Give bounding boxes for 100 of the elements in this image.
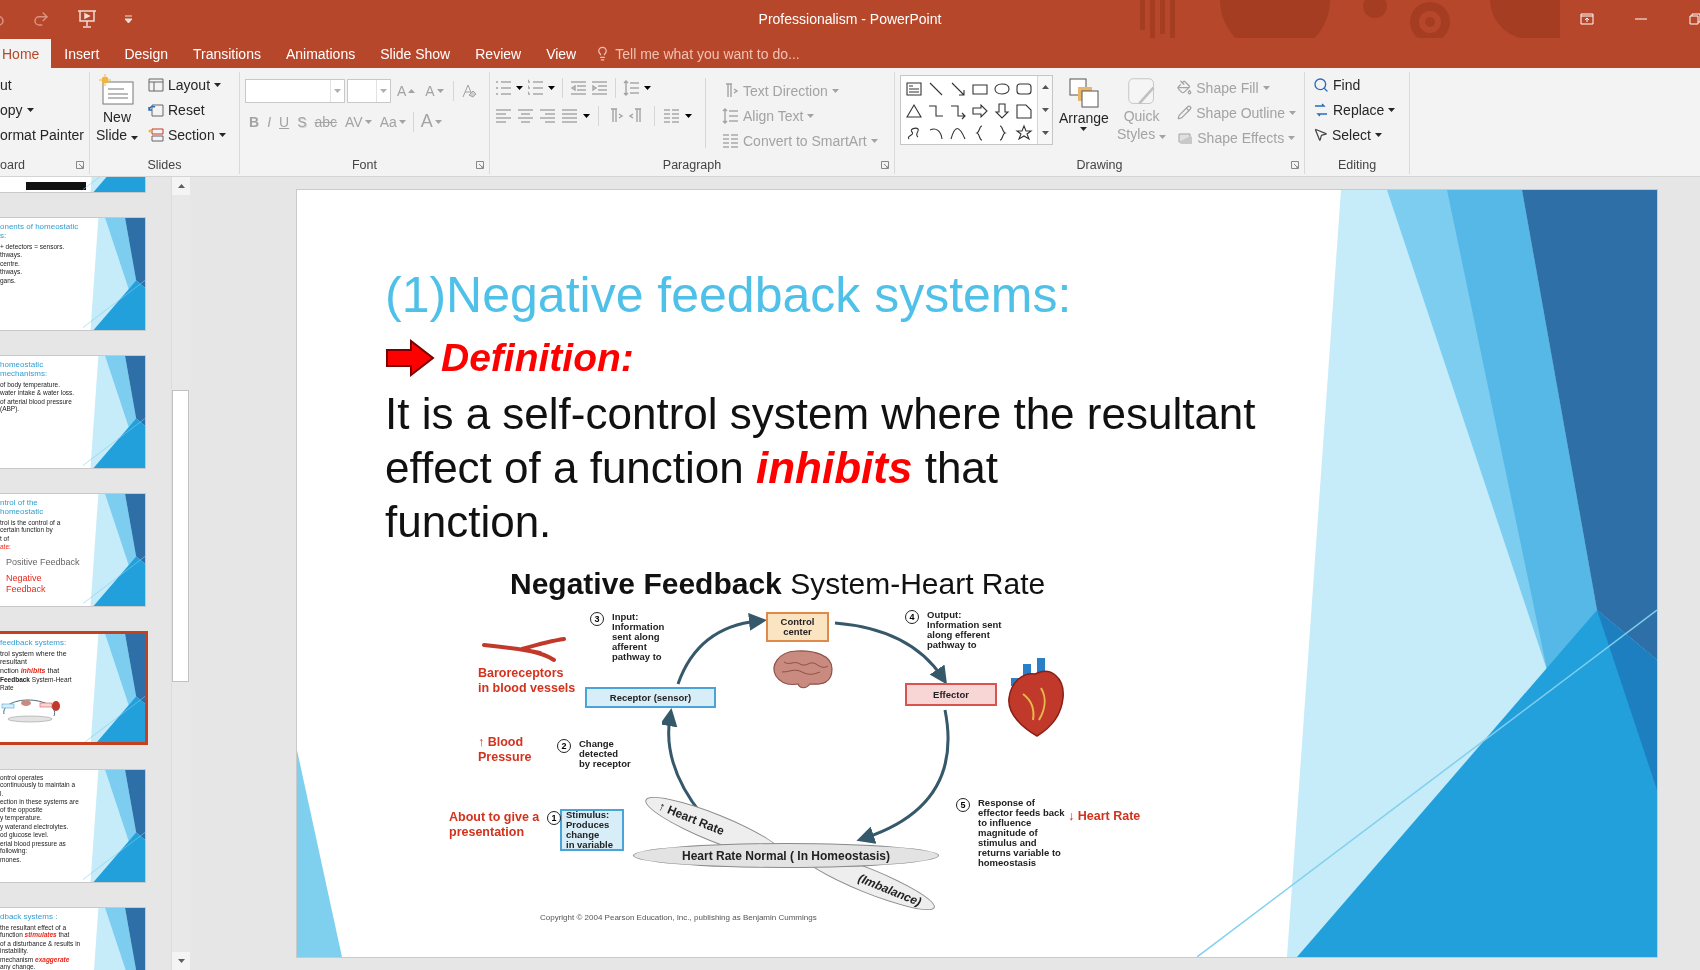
ribbon-tab[interactable]: Home bbox=[0, 39, 52, 68]
definition-heading: Definition: bbox=[441, 336, 634, 380]
scroll-down-button[interactable] bbox=[172, 952, 190, 970]
triangle-icon[interactable] bbox=[905, 102, 923, 120]
arrow-right-icon bbox=[385, 339, 435, 377]
thumbnail-title: homeostatic mechanisms: bbox=[0, 360, 49, 378]
editing-button[interactable]: Replace bbox=[1310, 97, 1399, 122]
line-icon[interactable] bbox=[927, 80, 945, 98]
caret-icon bbox=[1041, 108, 1049, 112]
thumbnail-title: feedback systems: bbox=[0, 638, 68, 647]
definition-text: It is a self-control system where the resultant effect of a function inhibits that function. bbox=[385, 388, 1257, 548]
thumbnail-title: dback systems : bbox=[0, 912, 59, 921]
caret-icon bbox=[1288, 135, 1296, 140]
copy-button[interactable]: opy bbox=[0, 97, 88, 122]
scroll-up-button[interactable] bbox=[172, 177, 190, 195]
diagram-node: Receptor (sensor) bbox=[585, 687, 716, 708]
ribbon-tab[interactable]: Transitions bbox=[180, 39, 273, 68]
customize-toolbar-icon[interactable] bbox=[124, 15, 133, 23]
pencil-icon bbox=[1177, 105, 1193, 120]
caret-icon bbox=[334, 88, 341, 93]
group-label: Editing bbox=[1337, 158, 1377, 172]
window-title: Professionalism - PowerPoint bbox=[758, 11, 942, 27]
scrollbar-thumb[interactable] bbox=[172, 390, 189, 682]
section-button[interactable]: Section bbox=[145, 122, 229, 147]
quick-styles-icon bbox=[1126, 77, 1157, 107]
thumbnail-text: Negative Feedback bbox=[6, 573, 47, 594]
thumbnail-title: onents of homeostatic s: bbox=[0, 222, 80, 240]
slide-thumbnail-bar bbox=[26, 182, 86, 190]
caret-icon bbox=[214, 82, 222, 87]
caret-icon bbox=[1041, 130, 1049, 135]
thumbnail-title: ntrol of the homeostatic bbox=[0, 498, 45, 516]
caret-icon bbox=[1262, 85, 1270, 90]
caret-icon bbox=[685, 114, 692, 118]
step-description: Response of effector feeds back to influence magnitude of stimulus and returns variable to homeostasis bbox=[978, 798, 1065, 868]
tell-me-field[interactable]: Tell me what you want to do... bbox=[615, 45, 800, 62]
caret-icon bbox=[516, 86, 523, 90]
caret-icon bbox=[548, 86, 555, 90]
new-slide-button[interactable]: New Slide bbox=[95, 72, 139, 146]
down-arrow-icon[interactable] bbox=[993, 102, 1011, 120]
diagram-label: ↓ Heart Rate bbox=[1068, 809, 1141, 824]
ribbon-tab[interactable]: Slide Show bbox=[368, 39, 463, 68]
caret-icon bbox=[364, 119, 372, 124]
search-icon bbox=[1313, 76, 1329, 93]
diagram-node: Control center bbox=[766, 612, 829, 642]
oval-icon[interactable] bbox=[993, 80, 1011, 98]
dialog-launcher-icon[interactable] bbox=[76, 161, 84, 169]
star-icon[interactable] bbox=[1015, 124, 1033, 142]
caret-icon bbox=[1289, 110, 1296, 115]
caret-icon bbox=[1388, 107, 1396, 112]
group-label: Slides bbox=[147, 158, 182, 172]
slide-title: (1)Negative feedback systems: bbox=[385, 267, 1073, 323]
group-label: oard bbox=[0, 158, 26, 172]
caret-icon bbox=[1374, 132, 1382, 137]
arrange-icon bbox=[1067, 77, 1100, 109]
cut-button[interactable]: ut bbox=[0, 72, 88, 97]
ribbon-tab[interactable]: Animations bbox=[273, 39, 368, 68]
section-icon bbox=[148, 127, 164, 142]
caret-icon bbox=[380, 88, 387, 93]
editing-button[interactable]: Find bbox=[1310, 72, 1399, 97]
caret-icon bbox=[807, 113, 815, 118]
group-label: Drawing bbox=[1076, 158, 1123, 172]
caret-icon bbox=[434, 119, 442, 124]
group-label: Paragraph bbox=[662, 158, 722, 172]
caret-icon bbox=[177, 959, 185, 963]
redo-icon[interactable] bbox=[32, 10, 50, 28]
group-label: Font bbox=[352, 158, 377, 172]
reset-icon bbox=[148, 102, 164, 117]
layout-button[interactable]: Layout bbox=[145, 72, 229, 97]
caret-icon bbox=[398, 119, 406, 124]
stimulus-box: Stimulus: Produces change in variable bbox=[560, 809, 624, 851]
reset-button[interactable]: Reset bbox=[145, 97, 229, 122]
ribbon-tab[interactable]: Design bbox=[112, 39, 180, 68]
cursor-icon bbox=[1313, 127, 1328, 142]
caret-icon bbox=[870, 138, 878, 143]
paint-bucket-icon bbox=[1177, 80, 1193, 95]
caret-icon bbox=[644, 86, 651, 90]
presentation-icon[interactable] bbox=[76, 9, 98, 29]
caret-icon bbox=[218, 132, 226, 137]
caret-icon bbox=[1080, 127, 1088, 131]
shape-effects-icon bbox=[1177, 130, 1194, 145]
arrange-button[interactable]: Arrange bbox=[1059, 75, 1109, 133]
ribbon-tab[interactable]: Insert bbox=[52, 39, 112, 68]
replace-icon bbox=[1313, 101, 1329, 118]
caret-icon bbox=[26, 107, 34, 112]
ribbon-tab[interactable]: Review bbox=[463, 39, 534, 68]
elbow-arrow-icon[interactable] bbox=[949, 102, 967, 120]
diagram-title: Negative Feedback System-Heart Rate bbox=[510, 567, 1046, 601]
caret-icon bbox=[1159, 135, 1167, 139]
dialog-launcher-icon[interactable] bbox=[1291, 161, 1299, 169]
caret-icon bbox=[131, 136, 138, 140]
snip-shape-icon[interactable] bbox=[1015, 102, 1033, 120]
heart-rate-ellipse: Heart Rate Normal ( In Homeostasis) bbox=[633, 843, 939, 868]
right-arrow-icon[interactable] bbox=[971, 102, 989, 120]
arrow-line-icon[interactable] bbox=[949, 80, 967, 98]
step-description: Input: Information sent along afferent pathway to bbox=[612, 612, 665, 662]
format-painter-button[interactable]: ormat Painter bbox=[0, 122, 88, 147]
thumbnail-text: Positive Feedback bbox=[6, 556, 81, 568]
caret-icon bbox=[1041, 85, 1049, 90]
editing-button[interactable]: Select bbox=[1310, 122, 1399, 147]
ribbon-tab[interactable]: View bbox=[534, 39, 589, 68]
